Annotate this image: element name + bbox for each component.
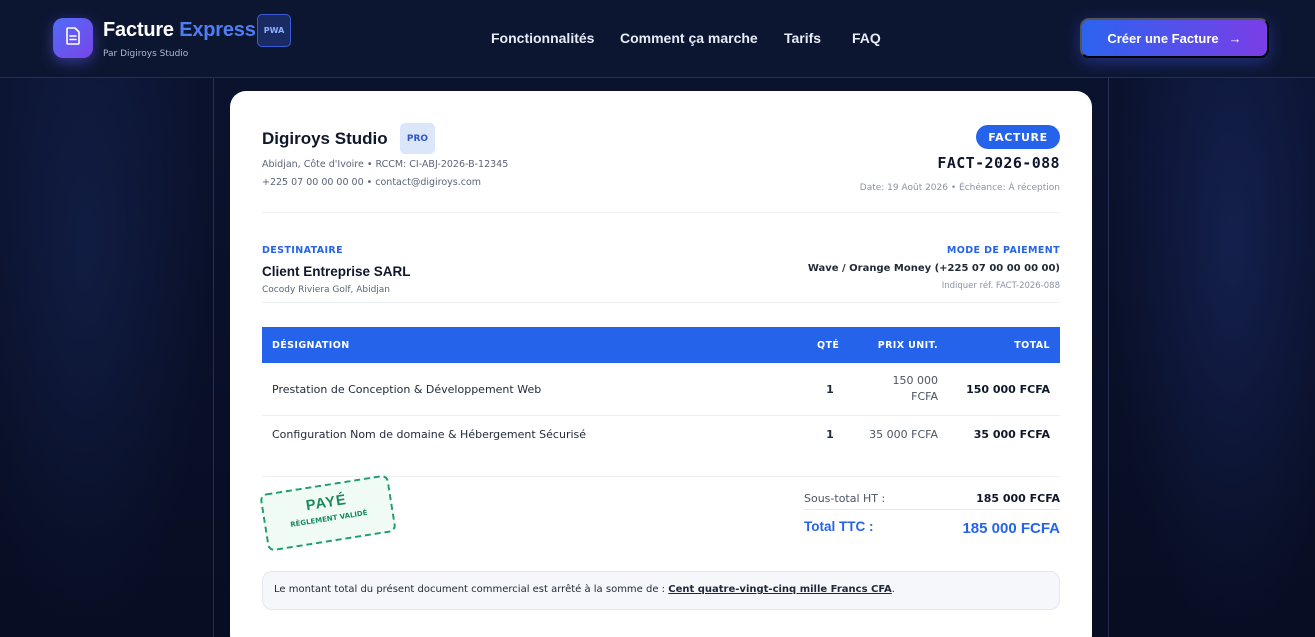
item-total: 150 000 FCFA	[966, 383, 1050, 396]
left-glow-panel	[0, 78, 213, 637]
item-unit-price: 35 000 FCFA	[869, 428, 938, 441]
nav-pricing[interactable]: Tarifs	[784, 30, 821, 46]
invoice-card: Digiroys Studio PRO Abidjan, Côte d'Ivoi…	[230, 91, 1092, 637]
company-name: Digiroys Studio	[262, 129, 388, 148]
total-ttc-value: 185 000 FCFA	[962, 520, 1060, 537]
recipient-divider	[262, 302, 1060, 303]
item-qty: 1	[826, 383, 834, 396]
note-suffix: .	[891, 584, 895, 595]
table-row: Prestation de Conception & Développement…	[262, 363, 1060, 416]
company-address: Abidjan, Côte d'Ivoire • RCCM: CI-ABJ-20…	[262, 159, 509, 170]
column-unit-price: PRIX UNIT.	[877, 340, 938, 351]
create-invoice-label: Créer une Facture	[1107, 30, 1219, 46]
note-prefix: Le montant total du présent document com…	[274, 584, 666, 595]
header-divider	[262, 212, 1060, 213]
payment-method: Wave / Orange Money (+225 07 00 00 00 00…	[807, 263, 1060, 274]
brand-subtitle: Par Digiroys Studio	[103, 49, 189, 59]
item-unit-price-line1: 150 000	[892, 374, 939, 387]
item-designation: Prestation de Conception & Développement…	[272, 383, 542, 396]
recipient-label: DESTINATAIRE	[262, 245, 344, 256]
nav-features[interactable]: Fonctionnalités	[491, 30, 594, 46]
table-row: Configuration Nom de domaine & Hébergeme…	[262, 416, 1060, 476]
amount-in-words-note: Le montant total du présent document com…	[262, 571, 1060, 610]
payment-label: MODE DE PAIEMENT	[946, 245, 1060, 256]
item-unit-price-line2: FCFA	[911, 390, 938, 403]
brand-name[interactable]: Facture Express	[103, 19, 256, 42]
right-column-divider	[1108, 78, 1109, 637]
subtotal-label: Sous-total HT :	[804, 492, 886, 505]
top-navbar: Facture Express Par Digiroys Studio PWA …	[0, 0, 1315, 78]
item-qty: 1	[826, 428, 834, 441]
column-qty: QTÉ	[817, 340, 840, 351]
total-ttc-label: Total TTC :	[804, 519, 874, 534]
amount-in-words: Cent quatre-vingt-cinq mille Francs CFA	[668, 584, 892, 595]
item-unit-price: 150 000 FCFA	[893, 373, 939, 405]
item-total: 35 000 FCFA	[973, 428, 1050, 441]
company-contact: +225 07 00 00 00 00 • contact@digiroys.c…	[262, 177, 482, 188]
recipient-address: Cocody Riviera Golf, Abidjan	[262, 285, 391, 295]
column-designation: DÉSIGNATION	[272, 340, 350, 351]
brand-primary: Facture	[103, 19, 174, 41]
paid-stamp: PAYÉ RÈGLEMENT VALIDÉ	[259, 474, 397, 552]
items-table-header: DÉSIGNATION QTÉ PRIX UNIT. TOTAL	[262, 327, 1060, 363]
brand-accent: Express	[179, 19, 256, 41]
invoice-dates: Date: 19 Août 2026 • Échéance: À récepti…	[859, 183, 1060, 193]
document-type-badge: FACTURE	[976, 125, 1060, 149]
invoice-number: FACT-2026-088	[937, 154, 1060, 172]
nav-how-it-works[interactable]: Comment ça marche	[620, 30, 758, 46]
right-glow-panel	[1109, 78, 1315, 637]
totals-divider	[804, 509, 1060, 510]
pwa-badge: PWA	[257, 14, 291, 47]
item-designation: Configuration Nom de domaine & Hébergeme…	[272, 428, 587, 441]
arrow-right-icon: →	[1228, 30, 1242, 46]
pro-badge: PRO	[400, 123, 435, 154]
recipient-name: Client Entreprise SARL	[262, 264, 411, 279]
app-logo[interactable]	[53, 18, 93, 58]
create-invoice-button[interactable]: Créer une Facture →	[1080, 18, 1269, 58]
left-column-divider	[213, 78, 214, 637]
nav-faq[interactable]: FAQ	[852, 30, 881, 46]
document-icon	[65, 27, 81, 49]
payment-reference: Indiquer réf. FACT-2026-088	[941, 281, 1060, 291]
column-total: TOTAL	[1014, 340, 1050, 351]
subtotal-value: 185 000 FCFA	[976, 492, 1060, 505]
